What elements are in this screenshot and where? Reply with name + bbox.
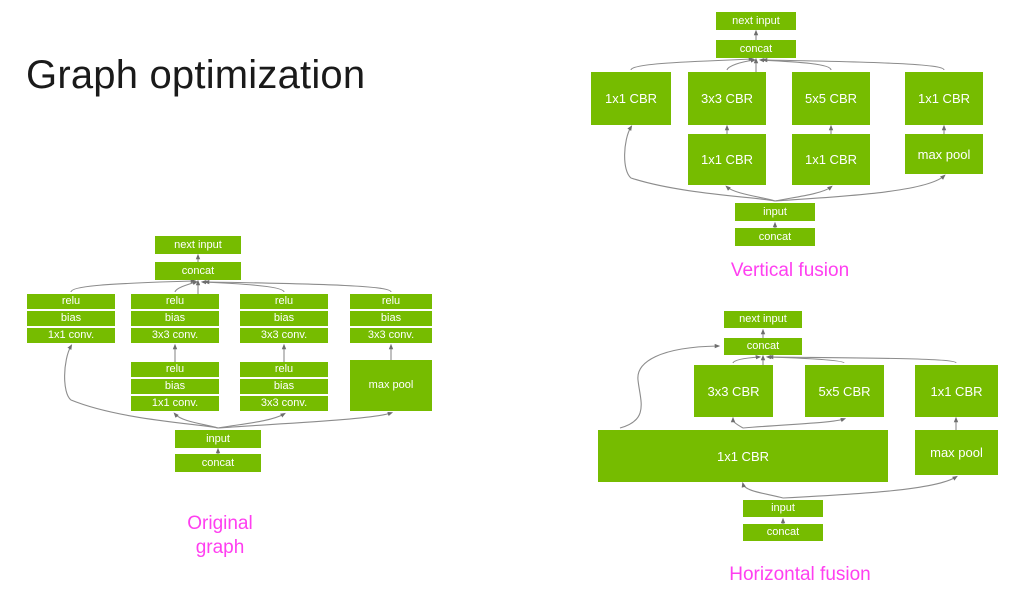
graph-node-og-c2-conv-b: 1x1 conv. — [131, 396, 219, 411]
graph-node-og-c2-relu-b: relu — [131, 362, 219, 377]
graph-node-hf-next-input: next input — [724, 311, 802, 328]
graph-node-vf-input: input — [735, 203, 815, 221]
graph-node-og-c2-relu-a: relu — [131, 294, 219, 309]
graph-node-og-c4-conv: 3x3 conv. — [350, 328, 432, 343]
graph-node-hf-concat-bot: concat — [743, 524, 823, 541]
graph-node-og-next-input: next input — [155, 236, 241, 254]
graph-node-og-c1-conv: 1x1 conv. — [27, 328, 115, 343]
graph-node-og-concat-bot: concat — [175, 454, 261, 472]
graph-node-og-c3-relu-a: relu — [240, 294, 328, 309]
graph-node-og-c2-bias-a: bias — [131, 311, 219, 326]
graph-node-og-c4-bias: bias — [350, 311, 432, 326]
graph-node-hf-5x5: 5x5 CBR — [805, 365, 884, 417]
caption-horizontal: Horizontal fusion — [729, 564, 871, 585]
graph-node-og-c3-bias-b: bias — [240, 379, 328, 394]
graph-node-vf-c3-top: 5x5 CBR — [792, 72, 870, 125]
slide-canvas: Graph optimization next input concat rel… — [0, 0, 1024, 591]
graph-node-hf-maxpool: max pool — [915, 430, 998, 475]
graph-node-og-input: input — [175, 430, 261, 448]
graph-node-hf-concat-top: concat — [724, 338, 802, 355]
graph-node-vf-c3-bot: 1x1 CBR — [792, 134, 870, 185]
graph-node-og-c3-conv-b: 3x3 conv. — [240, 396, 328, 411]
graph-node-vf-next-input: next input — [716, 12, 796, 30]
page-title: Graph optimization — [26, 53, 366, 97]
graph-node-og-c4-maxpool: max pool — [350, 360, 432, 411]
graph-node-vf-c2-bot: 1x1 CBR — [688, 134, 766, 185]
graph-node-og-c2-bias-b: bias — [131, 379, 219, 394]
graph-node-vf-c1: 1x1 CBR — [591, 72, 671, 125]
graph-node-hf-1x1-right: 1x1 CBR — [915, 365, 998, 417]
graph-node-og-c3-relu-b: relu — [240, 362, 328, 377]
graph-node-vf-c4-top: 1x1 CBR — [905, 72, 983, 125]
graph-node-vf-concat-top: concat — [716, 40, 796, 58]
graph-node-hf-3x3: 3x3 CBR — [694, 365, 773, 417]
graph-node-vf-c2-top: 3x3 CBR — [688, 72, 766, 125]
graph-node-vf-concat-bot: concat — [735, 228, 815, 246]
graph-node-og-c3-conv-a: 3x3 conv. — [240, 328, 328, 343]
graph-node-og-c1-relu: relu — [27, 294, 115, 309]
graph-node-og-c1-bias: bias — [27, 311, 115, 326]
graph-node-og-c3-bias-a: bias — [240, 311, 328, 326]
graph-node-vf-c4-bot: max pool — [905, 134, 983, 174]
graph-node-og-c4-relu: relu — [350, 294, 432, 309]
caption-original: Original graph — [187, 513, 253, 558]
graph-node-hf-1x1-wide: 1x1 CBR — [598, 430, 888, 482]
caption-vertical: Vertical fusion — [730, 260, 850, 281]
graph-node-og-concat-top: concat — [155, 262, 241, 280]
graph-node-og-c2-conv-a: 3x3 conv. — [131, 328, 219, 343]
graph-node-hf-input: input — [743, 500, 823, 517]
